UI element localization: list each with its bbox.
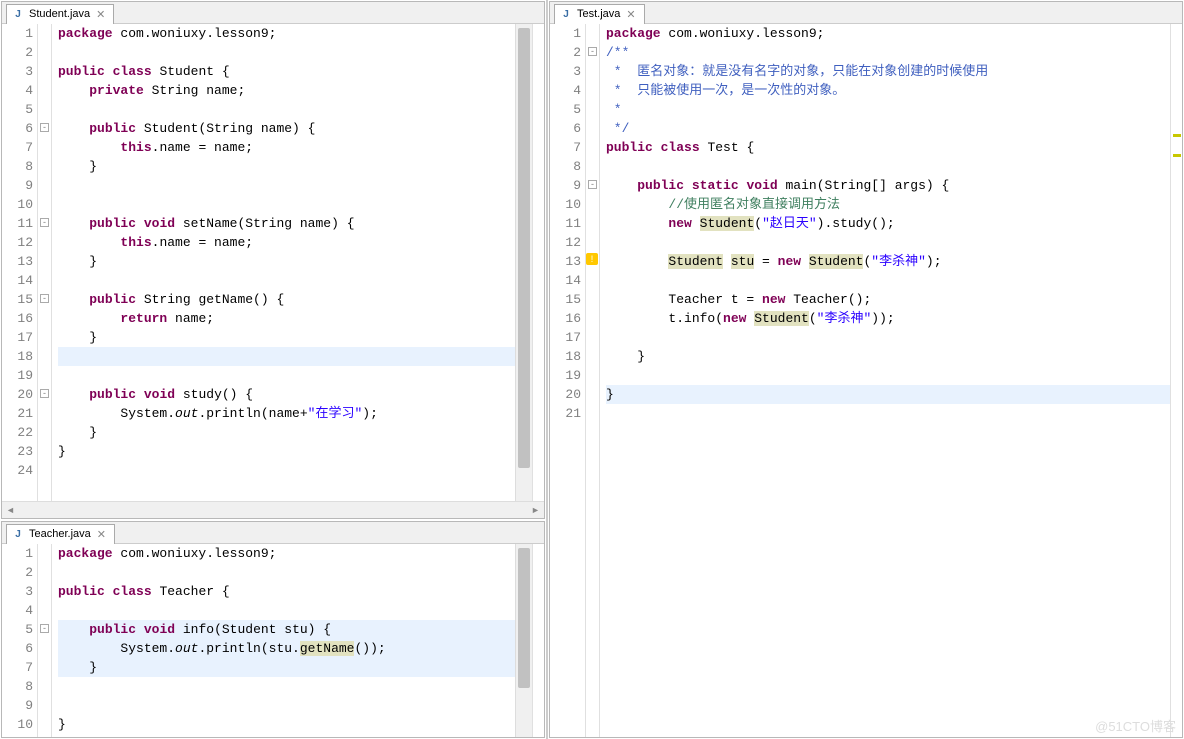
line-gutter: 123456789101112131415161718192021222324: [2, 24, 38, 501]
line-gutter: 123456789101112131415161718192021: [550, 24, 586, 737]
vertical-scrollbar[interactable]: [515, 544, 532, 737]
fold-gutter: - - !: [586, 24, 600, 737]
editor-teacher: Teacher.java ✕ 12345678910 - package com…: [1, 521, 545, 738]
fold-icon[interactable]: -: [40, 123, 49, 132]
java-file-icon: [559, 7, 573, 21]
tab-student[interactable]: Student.java ✕: [6, 4, 114, 24]
code-content[interactable]: package com.woniuxy.lesson9;/** * 匿名对象：就…: [600, 24, 1170, 737]
java-file-icon: [11, 527, 25, 541]
overview-warning-mark[interactable]: [1173, 134, 1181, 137]
tab-bar-student: Student.java ✕: [2, 2, 544, 24]
fold-gutter: - - - -: [38, 24, 52, 501]
overview-ruler: [532, 544, 544, 737]
close-icon[interactable]: ✕: [94, 8, 107, 21]
watermark: @51CTO博客: [1095, 716, 1176, 735]
tab-test[interactable]: Test.java ✕: [554, 4, 645, 24]
tab-label: Teacher.java: [29, 528, 91, 540]
tab-label: Student.java: [29, 8, 90, 20]
fold-icon[interactable]: -: [40, 624, 49, 633]
code-area-test[interactable]: 123456789101112131415161718192021 - - ! …: [550, 24, 1182, 737]
editor-test: Test.java ✕ 1234567891011121314151617181…: [549, 1, 1183, 738]
java-file-icon: [11, 7, 25, 21]
tab-bar-teacher: Teacher.java ✕: [2, 522, 544, 544]
fold-icon[interactable]: -: [40, 389, 49, 398]
close-icon[interactable]: ✕: [95, 528, 108, 541]
vertical-scrollbar[interactable]: [515, 24, 532, 501]
fold-gutter: -: [38, 544, 52, 737]
tab-teacher[interactable]: Teacher.java ✕: [6, 524, 115, 544]
overview-ruler: [532, 24, 544, 501]
overview-warning-mark[interactable]: [1173, 154, 1181, 157]
code-content[interactable]: package com.woniuxy.lesson9;public class…: [52, 544, 515, 737]
fold-icon[interactable]: -: [588, 180, 597, 189]
fold-icon[interactable]: -: [40, 218, 49, 227]
horizontal-scrollbar[interactable]: ◄►: [2, 501, 544, 518]
overview-ruler: [1170, 24, 1182, 737]
fold-icon[interactable]: -: [40, 294, 49, 303]
code-content[interactable]: package com.woniuxy.lesson9;public class…: [52, 24, 515, 501]
fold-icon[interactable]: -: [588, 47, 597, 56]
tab-label: Test.java: [577, 8, 620, 20]
close-icon[interactable]: ✕: [624, 8, 637, 21]
code-area-student[interactable]: 123456789101112131415161718192021222324 …: [2, 24, 544, 501]
line-gutter: 12345678910: [2, 544, 38, 737]
code-area-teacher[interactable]: 12345678910 - package com.woniuxy.lesson…: [2, 544, 544, 737]
editor-student: Student.java ✕ 1234567891011121314151617…: [1, 1, 545, 519]
tab-bar-test: Test.java ✕: [550, 2, 1182, 24]
warning-icon[interactable]: !: [586, 253, 598, 265]
